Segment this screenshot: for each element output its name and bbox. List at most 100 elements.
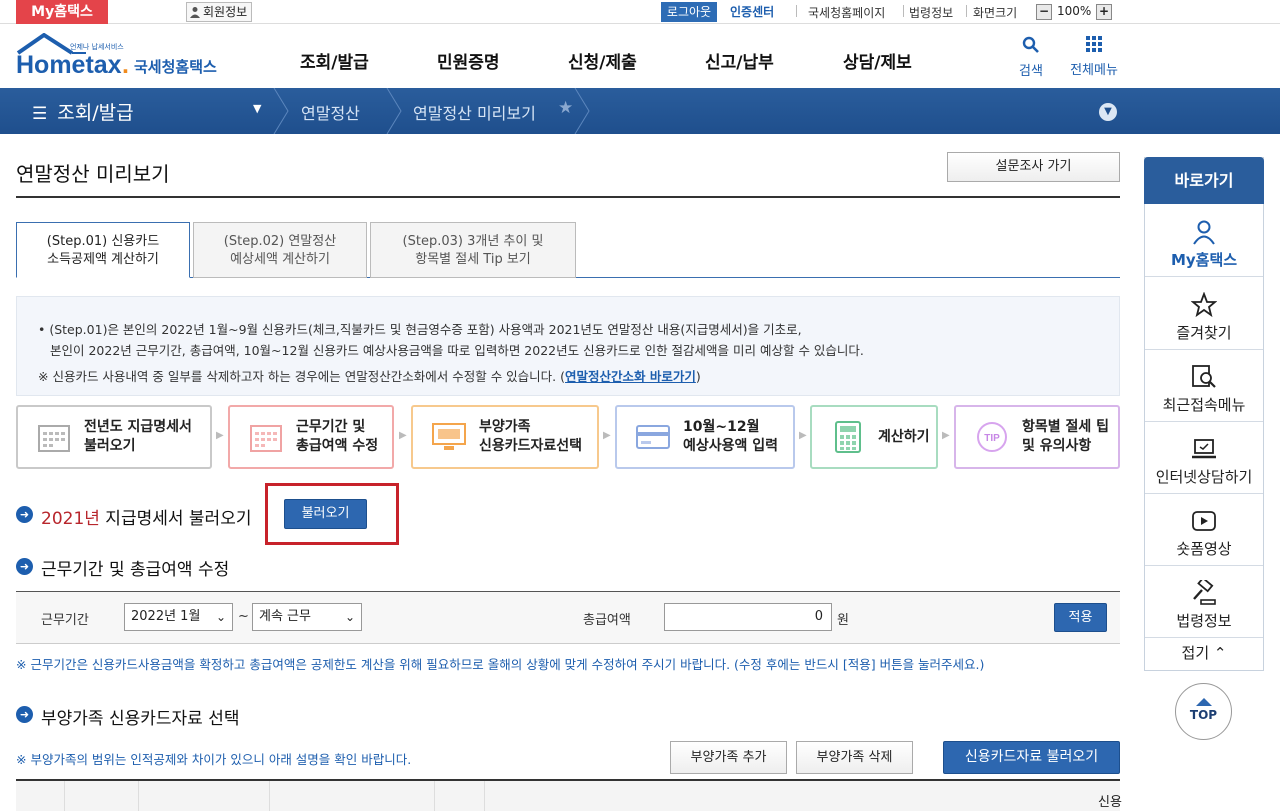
quick-label: 최근접속메뉴 [1162, 396, 1246, 414]
section-arrow-icon: ➜ [16, 558, 33, 575]
tab-step-03[interactable]: (Step.03) 3개년 추이 및 항목별 절세 Tip 보기 [370, 222, 576, 278]
salary-label: 총급여액 [583, 613, 631, 628]
breadcrumb-separator-icon [386, 88, 402, 134]
quick-label: 숏폼영상 [1176, 540, 1232, 558]
quick-law-info[interactable]: 법령정보 [1145, 566, 1263, 638]
breadcrumb-year-end[interactable]: 연말정산 [301, 100, 360, 124]
end-month-select[interactable]: 계속 근무 ⌄ [252, 603, 362, 631]
fold-label: 접기 [1181, 644, 1210, 662]
search-label: 검색 [1019, 64, 1043, 79]
quick-menu-title: 바로가기 [1144, 157, 1264, 204]
info-line-1: • (Step.01)은 본인의 2022년 1월~9월 신용카드(체크,직불카… [38, 322, 802, 337]
apply-button[interactable]: 적용 [1054, 603, 1107, 632]
gnb-civil-cert[interactable]: 민원증명 [437, 48, 500, 73]
gavel-icon [1193, 580, 1216, 605]
top-label: TOP [1189, 708, 1218, 722]
dependents-table-header [16, 779, 1120, 811]
quick-recent-menu[interactable]: 최근접속메뉴 [1145, 350, 1263, 422]
my-hometax-tab[interactable]: My홈택스 [16, 0, 108, 24]
tab-step-01[interactable]: (Step.01) 신용카드 소득공제액 계산하기 [16, 222, 190, 278]
breadcrumb-preview[interactable]: 연말정산 미리보기 [413, 100, 536, 124]
survey-button[interactable]: 설문조사 가기 [947, 152, 1120, 182]
process-label: 계산하기 [878, 428, 930, 445]
chevron-up-icon: ⌃ [1213, 644, 1227, 662]
process-step-6: TIP 항목별 절세 팁및 유의사항 [954, 405, 1120, 469]
all-menu-button[interactable]: 전체메뉴 [1066, 36, 1122, 78]
load-card-data-button[interactable]: 신용카드자료 불러오기 [943, 741, 1120, 774]
table-col-divider [138, 781, 139, 811]
tab-line2: 항목별 절세 Tip 보기 [415, 252, 531, 267]
chevron-down-icon[interactable]: ▼ [1099, 103, 1117, 121]
zoom-in-button[interactable]: + [1096, 4, 1112, 20]
zoom-out-button[interactable]: − [1036, 4, 1052, 20]
monitor-icon [431, 419, 467, 455]
won-unit: 원 [837, 613, 849, 628]
info-line-2: 본인이 2022년 근무기간, 총급여액, 10월~12월 신용카드 예상사용금… [50, 343, 864, 358]
search-button[interactable]: 검색 [1006, 36, 1056, 79]
salary-amount-input[interactable]: 0 [664, 603, 832, 631]
breadcrumb-separator-icon [273, 88, 289, 134]
table-col-divider [484, 781, 485, 811]
process-step-5: 계산하기 [810, 405, 938, 469]
process-step-3: 부양가족 신용카드자료선택 [411, 405, 599, 469]
table-col-divider [434, 781, 435, 811]
logo-main-text: Hometax [16, 51, 122, 79]
gnb-inquiry[interactable]: 조회/발급 [300, 48, 369, 73]
section-year: 2021년 [41, 509, 100, 529]
scroll-top-button[interactable]: TOP [1175, 683, 1232, 740]
gnb-consult[interactable]: 상담/제보 [843, 48, 912, 73]
start-month-select[interactable]: 2022년 1월 ⌄ [124, 603, 233, 631]
member-info-button[interactable]: 회원정보 [186, 2, 253, 22]
process-step-4: 10월~12월 예상사용액 입력 [615, 405, 795, 469]
tip-icon: TIP [974, 419, 1010, 455]
person-icon [1193, 220, 1215, 245]
fold-quick-menu-button[interactable]: 접기 ⌃ [1145, 637, 1263, 670]
quick-favorites[interactable]: 즐겨찾기 [1145, 278, 1263, 350]
table-col-divider [64, 781, 65, 811]
gnb-apply-submit[interactable]: 신청/제출 [568, 48, 637, 73]
section-title-load-statement: 2021년 지급명세서 불러오기 [41, 504, 251, 529]
process-label: 불러오기 [84, 438, 136, 454]
member-info-label: 회원정보 [203, 5, 248, 19]
quick-shortform-video[interactable]: 숏폼영상 [1145, 494, 1263, 566]
load-statement-button[interactable]: 불러오기 [284, 499, 367, 529]
logo-dot: . [122, 51, 129, 79]
process-label: 총급여액 수정 [296, 438, 379, 454]
delete-dependent-button[interactable]: 부양가족 삭제 [796, 741, 913, 774]
step-arrow-icon: ▶ [216, 430, 224, 441]
tab-line1: (Step.03) 3개년 추이 및 [402, 234, 544, 249]
favorite-star-icon[interactable]: ★ [558, 98, 573, 118]
period-label: 근무기간 [41, 613, 89, 628]
tilde-separator: ~ [238, 609, 249, 624]
page-title: 연말정산 미리보기 [16, 162, 170, 186]
law-info-link[interactable]: 법령정보 [909, 4, 953, 21]
add-dependent-button[interactable]: 부양가족 추가 [670, 741, 787, 774]
simplified-service-link[interactable]: 연말정산간소화 바로가기 [565, 369, 696, 384]
nav-menu-dropdown[interactable]: ☰ 조회/발급 [32, 98, 134, 125]
section-arrow-icon: ➜ [16, 706, 33, 723]
hometax-logo[interactable]: 언제나 납세서비스 Hometax . 국세청홈택스 [16, 32, 226, 81]
logo-suffix-text: 국세청홈택스 [134, 58, 217, 76]
recent-search-icon [1192, 365, 1216, 388]
play-video-icon [1192, 511, 1216, 531]
gnb-report-pay[interactable]: 신고/납부 [705, 48, 774, 73]
tab-step-02[interactable]: (Step.02) 연말정산 예상세액 계산하기 [193, 222, 367, 278]
cert-center-link[interactable]: 인증센터 [730, 3, 774, 20]
breadcrumb-separator-icon [574, 88, 590, 134]
tab-line2: 예상세액 계산하기 [230, 252, 330, 267]
step-arrow-icon: ▶ [603, 430, 611, 441]
info-line-3-end: ) [695, 369, 701, 384]
calculator-icon [830, 419, 866, 455]
dependents-note: ※ 부양가족의 범위는 인적공제와 차이가 있으니 아래 설명을 확인 바랍니다… [16, 752, 412, 767]
nts-homepage-link[interactable]: 국세청홈페이지 [808, 4, 885, 21]
star-icon [1191, 292, 1217, 318]
person-icon [190, 7, 200, 18]
svg-text:TIP: TIP [984, 433, 1000, 444]
dropdown-triangle-icon[interactable]: ▼ [253, 102, 261, 115]
quick-online-consult[interactable]: 인터넷상담하기 [1145, 422, 1263, 494]
section-title-text: 지급명세서 불러오기 [99, 509, 252, 529]
process-label: 부양가족 [479, 419, 531, 435]
process-label: 항목별 절세 팁 [1022, 419, 1110, 435]
quick-my-hometax[interactable]: My홈택스 [1145, 205, 1263, 277]
logout-button[interactable]: 로그아웃 [661, 2, 717, 22]
